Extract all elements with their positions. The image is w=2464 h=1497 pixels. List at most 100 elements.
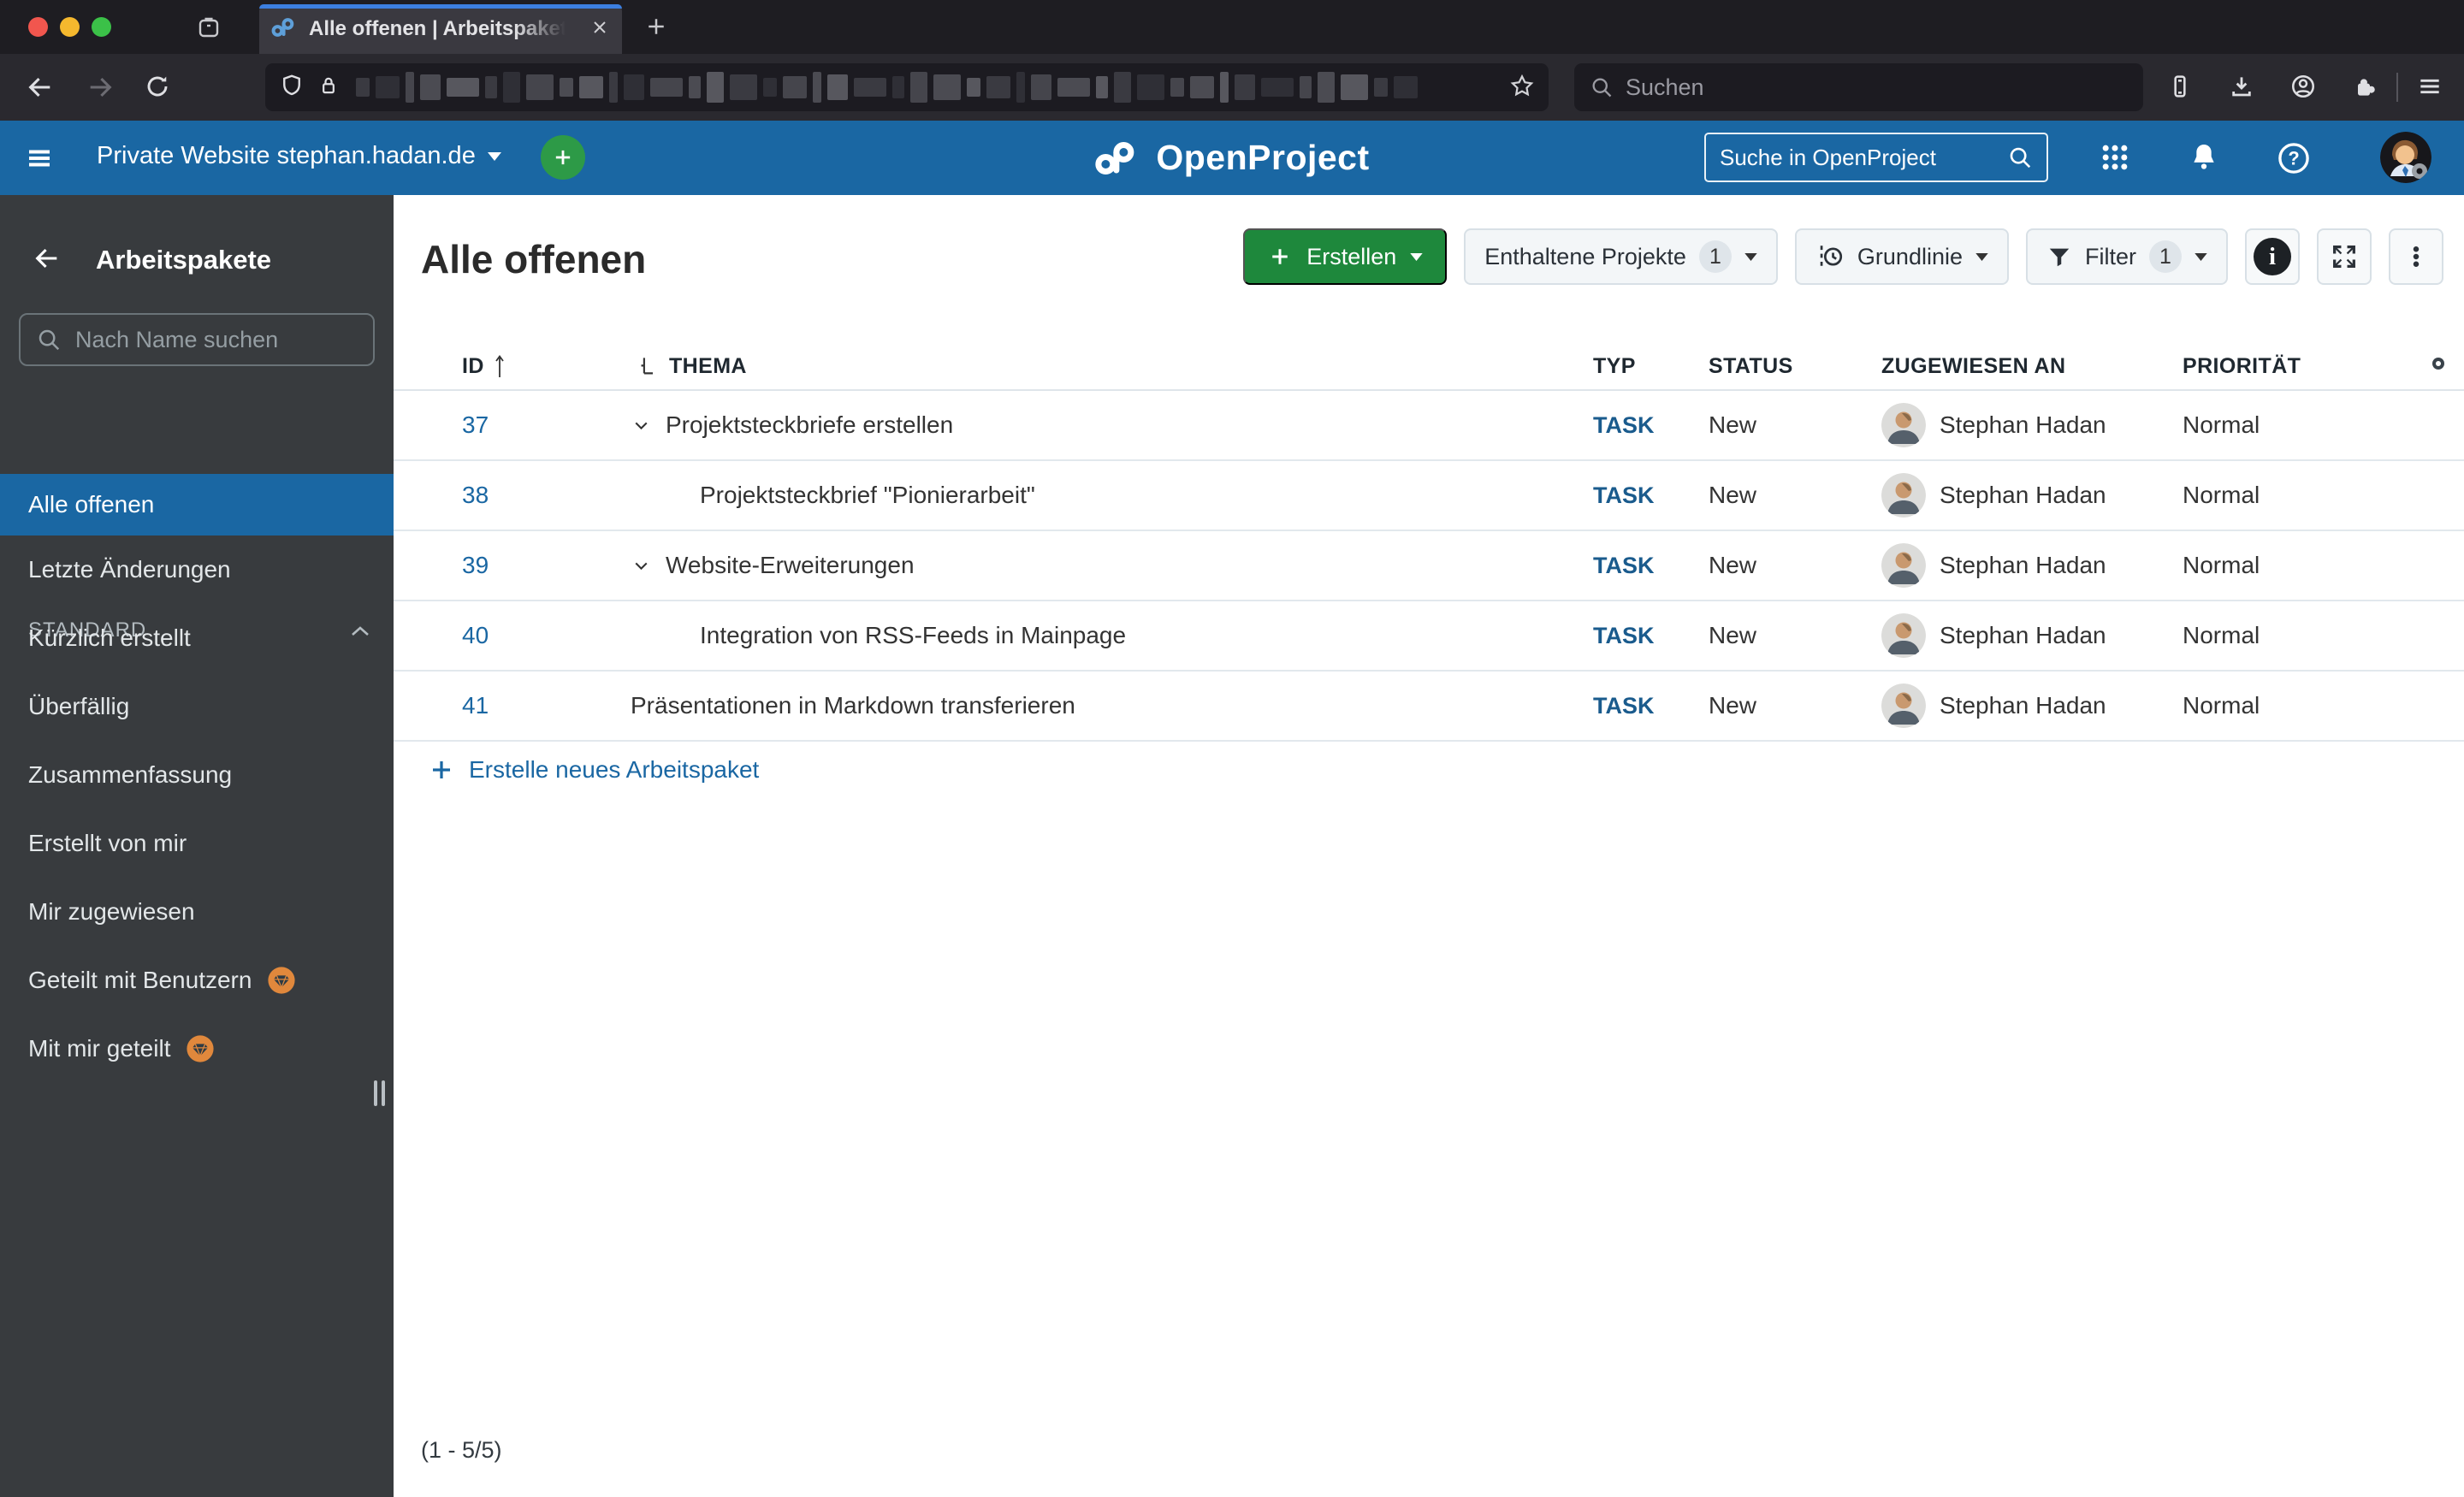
browser-tab[interactable]: Alle offenen | Arbeitspakete | Pri — [259, 4, 622, 54]
sidebar-item-5[interactable]: Erstellt von mir — [0, 809, 394, 878]
chevron-down-icon — [1744, 252, 1757, 261]
bookmark-star-icon[interactable] — [1509, 73, 1535, 103]
wp-type[interactable]: TASK — [1593, 412, 1709, 439]
column-header-subject[interactable]: THEMA — [631, 354, 1593, 379]
table-header-row: ID THEMA TYP STATUS ZUGEWIESEN AN PRIORI… — [394, 343, 2464, 391]
browser-search-bar[interactable]: Suchen — [1574, 63, 2143, 111]
wp-type[interactable]: TASK — [1593, 693, 1709, 719]
hierarchy-icon — [641, 357, 653, 374]
wp-assignee[interactable]: Stephan Hadan — [1940, 692, 2106, 719]
wp-subject[interactable]: Präsentationen in Markdown transferieren — [631, 692, 1075, 719]
openproject-logo[interactable]: OpenProject — [1094, 121, 1369, 195]
zoom-window-button[interactable] — [92, 17, 111, 37]
wp-subject[interactable]: Projektsteckbriefe erstellen — [666, 411, 953, 439]
main-menu-toggle-icon[interactable] — [24, 143, 55, 178]
sidebar-item-3[interactable]: Überfällig — [0, 672, 394, 741]
new-tab-button[interactable] — [643, 14, 669, 44]
wp-status[interactable]: New — [1709, 622, 1881, 649]
wp-priority[interactable]: Normal — [2183, 482, 2413, 509]
wp-subject[interactable]: Website-Erweiterungen — [666, 552, 915, 579]
wp-priority[interactable]: Normal — [2183, 692, 2413, 719]
sidebar-resize-handle[interactable] — [374, 1080, 385, 1106]
included-projects-button[interactable]: Enthaltene Projekte 1 — [1464, 228, 1778, 285]
wp-status[interactable]: New — [1709, 552, 1881, 579]
table-body: 37 Projektsteckbriefe erstellen TASK New Ste… — [394, 391, 2464, 742]
work-package-row[interactable]: 37 Projektsteckbriefe erstellen TASK New Ste… — [394, 391, 2464, 461]
wp-id-link[interactable]: 41 — [462, 692, 631, 719]
work-package-row[interactable]: 40 Integration von RSS-Feeds in Mainpage T… — [394, 601, 2464, 672]
notifications-bell-icon[interactable] — [2187, 140, 2221, 179]
wp-assignee[interactable]: Stephan Hadan — [1940, 411, 2106, 439]
url-bar[interactable] — [265, 63, 1549, 111]
wp-status[interactable]: New — [1709, 482, 1881, 509]
apps-grid-icon[interactable] — [2098, 140, 2132, 179]
wp-status[interactable]: New — [1709, 692, 1881, 719]
reload-icon[interactable] — [144, 73, 171, 104]
collapse-chevron-icon[interactable] — [631, 415, 652, 436]
quick-add-button[interactable] — [541, 135, 585, 180]
user-avatar[interactable] — [2380, 132, 2431, 183]
wp-priority[interactable]: Normal — [2183, 552, 2413, 579]
global-search-input[interactable]: Suche in OpenProject — [1704, 133, 2048, 182]
enterprise-badge-icon — [187, 1035, 215, 1062]
create-button[interactable]: Erstellen — [1243, 228, 1448, 285]
wp-priority[interactable]: Normal — [2183, 411, 2413, 439]
back-icon[interactable] — [26, 73, 55, 106]
wp-assignee[interactable]: Stephan Hadan — [1940, 622, 2106, 649]
help-icon[interactable]: ? — [2276, 140, 2312, 180]
wp-type[interactable]: TASK — [1593, 482, 1709, 509]
sidebar-item-8[interactable]: Mit mir geteilt — [0, 1015, 394, 1083]
wp-assignee[interactable]: Stephan Hadan — [1940, 552, 2106, 579]
close-window-button[interactable] — [28, 17, 48, 37]
baseline-button[interactable]: Grundlinie — [1794, 228, 2009, 285]
wp-status[interactable]: New — [1709, 411, 1881, 439]
tab-close-icon[interactable] — [589, 17, 610, 42]
table-settings-gear-icon[interactable] — [2413, 352, 2464, 382]
browser-search-placeholder: Suchen — [1626, 74, 1704, 100]
firefox-view-icon[interactable] — [195, 14, 222, 45]
tab-favicon-openproject — [271, 17, 299, 42]
wp-id-link[interactable]: 39 — [462, 552, 631, 579]
forward-icon[interactable] — [86, 73, 115, 106]
back-arrow-icon[interactable] — [33, 244, 62, 277]
wp-type[interactable]: TASK — [1593, 553, 1709, 579]
wp-priority[interactable]: Normal — [2183, 622, 2413, 649]
column-header-assignee[interactable]: ZUGEWIESEN AN — [1881, 354, 2183, 379]
column-header-type[interactable]: TYP — [1593, 354, 1709, 379]
column-header-priority[interactable]: PRIORITÄT — [2183, 354, 2413, 379]
sidebar-search-input[interactable]: Nach Name suchen — [19, 313, 375, 366]
sidebar-item-7[interactable]: Geteilt mit Benutzern — [0, 946, 394, 1015]
collapse-chevron-icon[interactable] — [631, 555, 652, 577]
filter-button[interactable]: Filter 1 — [2026, 228, 2228, 285]
more-options-button[interactable] — [2389, 228, 2443, 285]
sidebar-item-6[interactable]: Mir zugewiesen — [0, 878, 394, 946]
wp-id-link[interactable]: 37 — [462, 411, 631, 439]
wp-subject[interactable]: Integration von RSS-Feeds in Mainpage — [700, 622, 1126, 649]
project-selector[interactable]: Private Website stephan.hadan.de — [97, 142, 501, 170]
downloads-icon[interactable] — [2228, 73, 2255, 104]
wp-assignee[interactable]: Stephan Hadan — [1940, 482, 2106, 509]
extensions-icon[interactable] — [2351, 73, 2378, 104]
sidebar-item-0[interactable]: Alle offenen — [0, 474, 394, 535]
wp-type[interactable]: TASK — [1593, 623, 1709, 649]
account-icon[interactable] — [2289, 73, 2317, 104]
sidebar-item-1[interactable]: Letzte Änderungen — [0, 535, 394, 604]
fullscreen-button[interactable] — [2317, 228, 2372, 285]
info-button[interactable]: i — [2245, 228, 2300, 285]
column-header-status[interactable]: STATUS — [1709, 354, 1881, 379]
minimize-window-button[interactable] — [60, 17, 80, 37]
create-work-package-link[interactable]: Erstelle neues Arbeitspaket — [429, 756, 759, 784]
sidebar-item-4[interactable]: Zusammenfassung — [0, 741, 394, 809]
work-package-row[interactable]: 41 Präsentationen in Markdown transferier… — [394, 672, 2464, 742]
sidebar-item-2[interactable]: Kürzlich erstellt — [0, 604, 394, 672]
shield-icon[interactable] — [279, 73, 305, 103]
browser-menu-icon[interactable] — [2416, 73, 2443, 104]
wp-id-link[interactable]: 40 — [462, 622, 631, 649]
wp-subject[interactable]: Projektsteckbrief "Pionierarbeit" — [700, 482, 1035, 509]
work-package-row[interactable]: 38 Projektsteckbrief "Pionierarbeit" TASK N… — [394, 461, 2464, 531]
work-package-row[interactable]: 39 Website-Erweiterungen TASK New Stephan Ha… — [394, 531, 2464, 601]
wp-id-link[interactable]: 38 — [462, 482, 631, 509]
tab-manager-icon[interactable] — [2166, 73, 2194, 104]
column-header-id[interactable]: ID — [462, 353, 631, 379]
lock-icon[interactable] — [317, 74, 341, 102]
